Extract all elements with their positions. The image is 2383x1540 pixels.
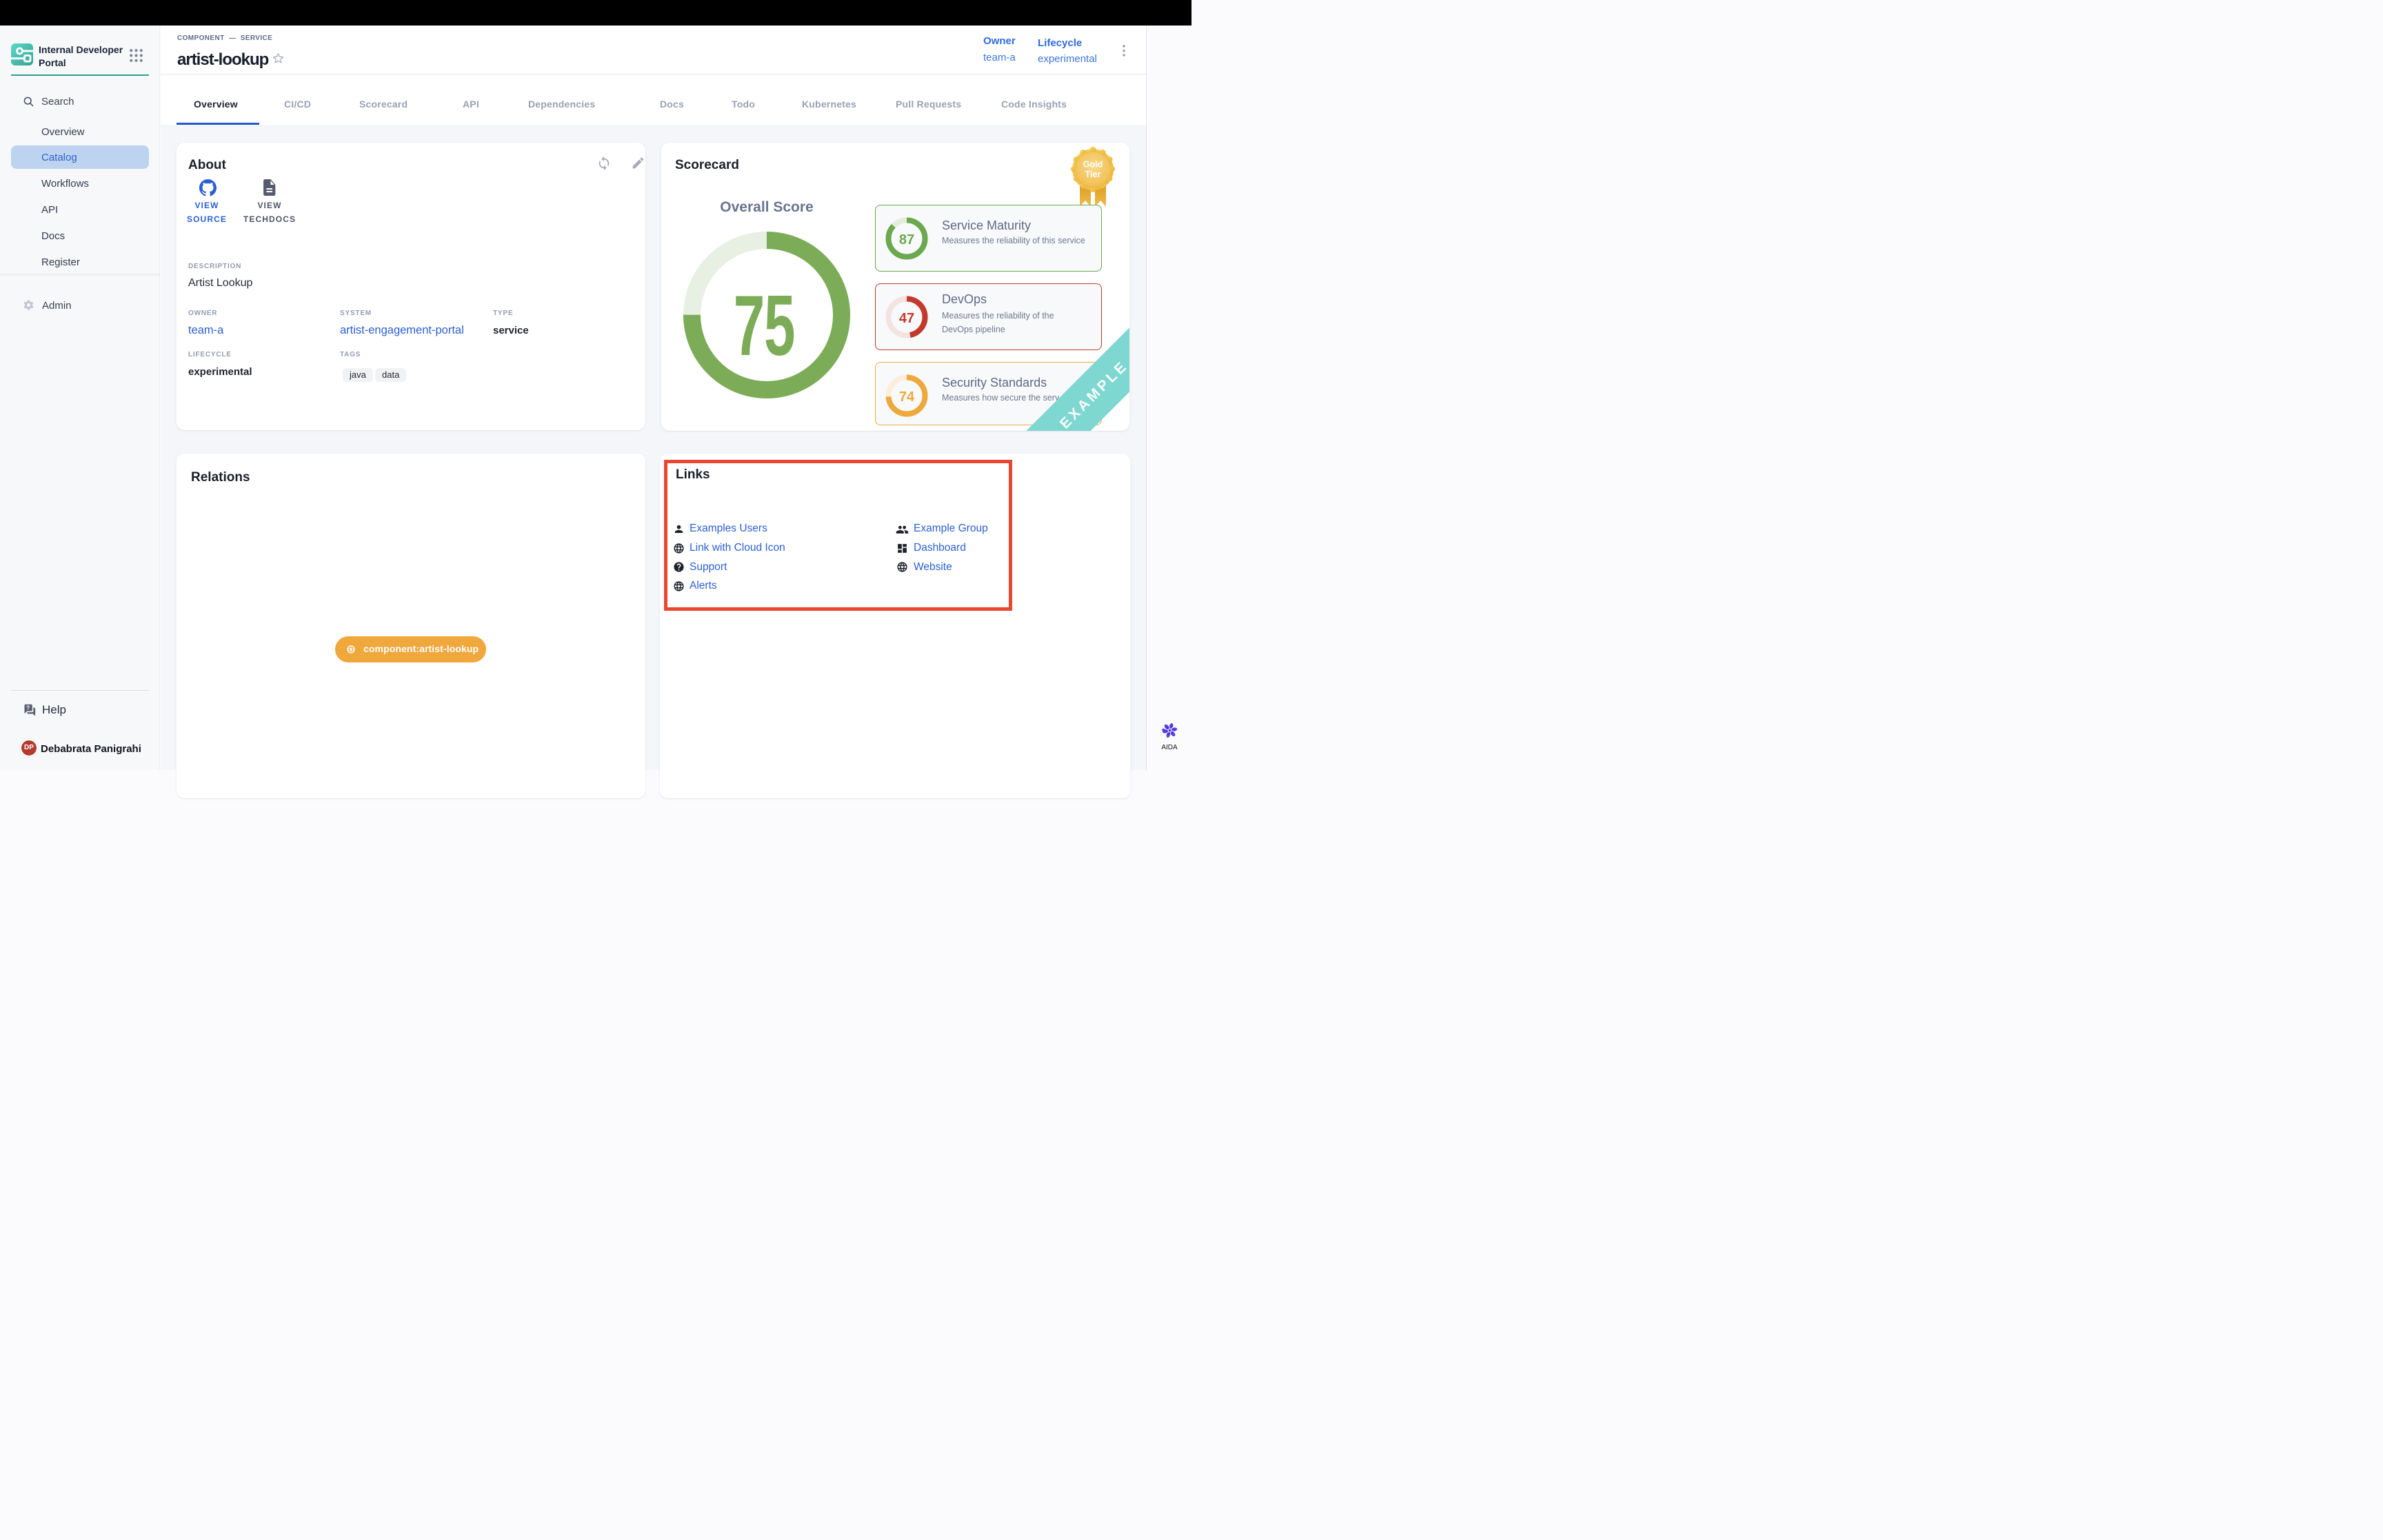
svg-text:74: 74	[899, 389, 915, 405]
svg-text:?: ?	[26, 705, 30, 711]
svg-text:Gold: Gold	[1083, 160, 1103, 170]
svg-text:47: 47	[899, 311, 914, 326]
svg-text:87: 87	[899, 232, 914, 247]
svg-text:Tier: Tier	[1085, 170, 1101, 179]
